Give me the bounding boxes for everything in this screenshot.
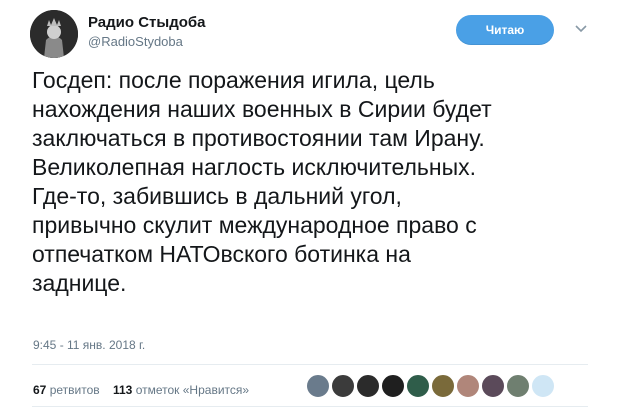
likes-count: 113 [113, 383, 133, 397]
retweets-label: ретвитов [49, 383, 100, 397]
liker-avatar[interactable] [456, 374, 480, 398]
divider [32, 406, 588, 407]
likes-stat[interactable]: 113 отметок «Нравится» [113, 383, 249, 397]
user-name[interactable]: Радио Стыдоба [88, 14, 206, 31]
liker-avatar[interactable] [431, 374, 455, 398]
tweet-line: заключаться в противостоянии там Ирану. [32, 125, 485, 151]
liker-avatar[interactable] [481, 374, 505, 398]
tweet-line: привычно скулит международное право с [32, 212, 477, 238]
divider [32, 364, 588, 365]
liker-avatar[interactable] [331, 374, 355, 398]
chevron-down-icon[interactable] [574, 22, 588, 36]
tweet-timestamp[interactable]: 9:45 - 11 янв. 2018 г. [33, 338, 145, 352]
retweets-stat[interactable]: 67 ретвитов [33, 383, 103, 397]
liker-avatar[interactable] [506, 374, 530, 398]
liker-avatar[interactable] [306, 374, 330, 398]
liker-avatar[interactable] [356, 374, 380, 398]
tweet-stats: 67 ретвитов 113 отметок «Нравится» [33, 383, 249, 397]
follow-button[interactable]: Читаю [456, 15, 554, 45]
liker-avatar[interactable] [381, 374, 405, 398]
tweet-line: Великолепная наглость исключительных. [32, 154, 476, 180]
tweet-text: Госдеп: после поражения игила, цель нахо… [32, 66, 607, 298]
tweet-line: Госдеп: после поражения игила, цель [32, 67, 435, 93]
tweet-line: отпечатком НАТОвского ботинка на [32, 241, 411, 267]
avatar[interactable] [30, 10, 78, 58]
tweet-line: заднице. [32, 270, 127, 296]
tweet-line: Где-то, забившись в дальний угол, [32, 183, 402, 209]
tweet-line: нахождения наших военных в Сирии будет [32, 96, 492, 122]
user-handle[interactable]: @RadioStydoba [88, 34, 183, 49]
liker-avatar[interactable] [531, 374, 555, 398]
liker-avatar[interactable] [406, 374, 430, 398]
retweets-count: 67 [33, 383, 47, 397]
likes-label: отметок «Нравится» [135, 383, 250, 397]
